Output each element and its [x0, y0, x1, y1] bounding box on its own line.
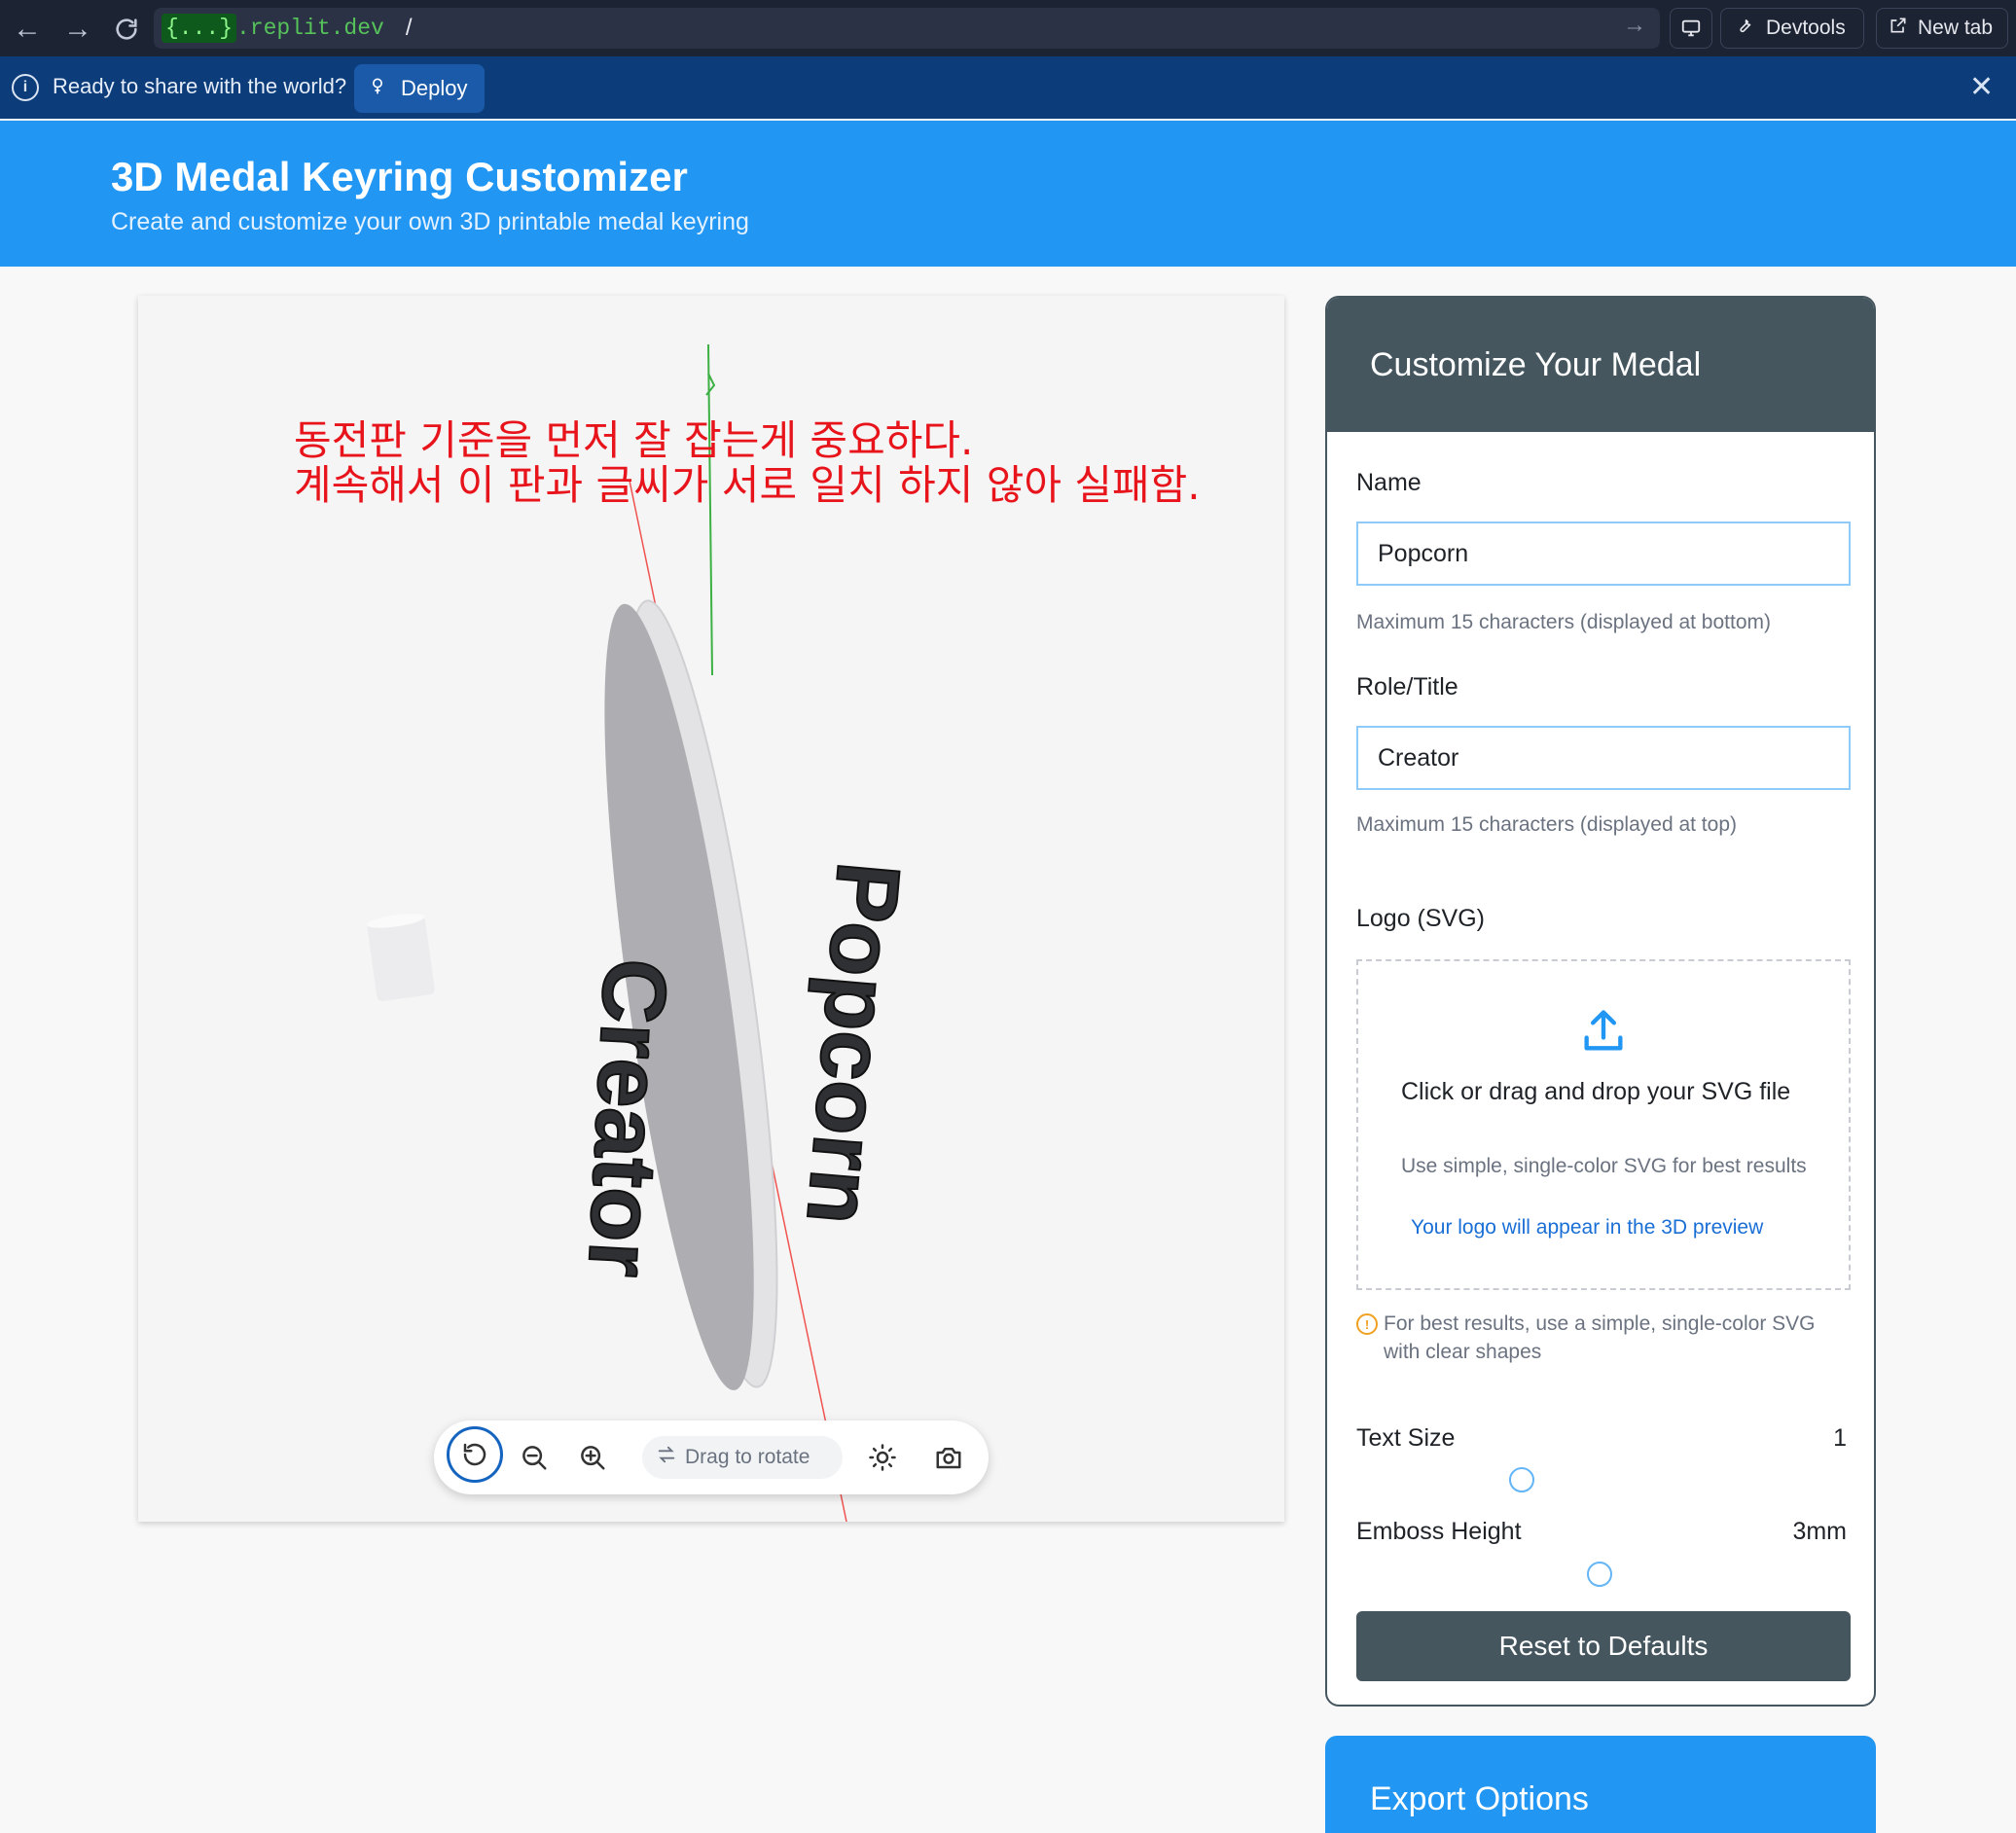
- role-label: Role/Title: [1356, 673, 1458, 701]
- embossed-name-text: Popcorn: [788, 858, 918, 1229]
- close-icon[interactable]: ✕: [1969, 70, 1994, 104]
- role-input[interactable]: [1356, 726, 1851, 790]
- zoom-out-icon: [522, 1446, 547, 1470]
- banner-message: Ready to share with the world?: [53, 74, 347, 98]
- text-size-slider[interactable]: [1509, 1467, 1534, 1492]
- annotation-line-2: 계속해서 이 판과 글씨가 서로 일치 하지 않아 실패함.: [294, 461, 1201, 509]
- forward-icon[interactable]: →: [58, 10, 97, 49]
- rotate-ccw-icon: [463, 1443, 486, 1466]
- page-subtitle: Create and customize your own 3D printab…: [111, 208, 749, 235]
- viewer-toolbar: Drag to rotate: [434, 1420, 989, 1494]
- swap-arrows-icon: [656, 1444, 677, 1471]
- external-link-icon: [1889, 16, 1908, 41]
- text-size-label: Text Size: [1356, 1424, 1456, 1452]
- new-tab-label: New tab: [1918, 17, 1994, 39]
- lighting-button[interactable]: [858, 1433, 907, 1482]
- reload-icon[interactable]: [107, 10, 146, 49]
- camera-icon: [936, 1448, 961, 1469]
- warning-icon: !: [1356, 1313, 1378, 1335]
- url-host: {...} .replit.dev: [162, 14, 384, 43]
- dropzone-preview-note: Your logo will appear in the 3D preview: [1411, 1216, 1764, 1239]
- reset-view-button[interactable]: [447, 1426, 503, 1483]
- emboss-height-value: 3mm: [1792, 1518, 1847, 1545]
- upload-icon: [1578, 1006, 1629, 1061]
- text-size-value: 1: [1833, 1424, 1847, 1452]
- export-title: Export Options: [1370, 1780, 1589, 1817]
- y-axis-line: [707, 343, 713, 676]
- y-axis-tick: [705, 373, 716, 396]
- wrench-icon: [1735, 16, 1754, 41]
- new-tab-button[interactable]: New tab: [1876, 8, 2008, 49]
- page-title: 3D Medal Keyring Customizer: [111, 154, 688, 199]
- deploy-icon: [368, 76, 387, 101]
- devtools-button[interactable]: Devtools: [1720, 8, 1864, 49]
- name-input[interactable]: [1356, 521, 1851, 586]
- role-help: Maximum 15 characters (displayed at top): [1356, 813, 1737, 836]
- name-help: Maximum 15 characters (displayed at bott…: [1356, 611, 1771, 633]
- embossed-role-text: Creator: [569, 956, 685, 1279]
- logo-label: Logo (SVG): [1356, 905, 1486, 932]
- zoom-in-button[interactable]: [568, 1433, 617, 1482]
- zoom-out-button[interactable]: [510, 1433, 558, 1482]
- dropzone-title: Click or drag and drop your SVG file: [1401, 1078, 1791, 1105]
- screenshot-button[interactable]: [924, 1433, 973, 1482]
- reset-defaults-button[interactable]: Reset to Defaults: [1356, 1611, 1851, 1681]
- device-preview-icon[interactable]: [1670, 8, 1712, 49]
- info-icon: i: [12, 74, 39, 101]
- back-icon[interactable]: ←: [8, 10, 47, 49]
- address-bar[interactable]: {...} .replit.dev / →: [154, 8, 1660, 49]
- panel-title: Customize Your Medal: [1370, 346, 1702, 383]
- dropzone-subtitle: Use simple, single-color SVG for best re…: [1401, 1155, 1807, 1177]
- deploy-button[interactable]: Deploy: [354, 64, 485, 113]
- keyring-loop: [366, 914, 435, 1001]
- annotation-line-1: 동전판 기준을 먼저 잘 잡는게 중요하다.: [294, 416, 974, 464]
- export-panel: Export Options: [1325, 1736, 1876, 1833]
- svg-dropzone[interactable]: Click or drag and drop your SVG file Use…: [1356, 959, 1851, 1290]
- logo-tip: For best results, use a simple, single-c…: [1384, 1312, 1816, 1363]
- customize-panel: Customize Your Medal Name Maximum 15 cha…: [1325, 296, 1876, 1707]
- devtools-label: Devtools: [1766, 17, 1846, 39]
- zoom-in-icon: [581, 1446, 605, 1470]
- url-path: /: [405, 15, 413, 41]
- emboss-height-slider[interactable]: [1587, 1562, 1612, 1587]
- emboss-height-label: Emboss Height: [1356, 1518, 1522, 1545]
- deploy-label: Deploy: [401, 76, 468, 100]
- drag-hint: Drag to rotate: [642, 1436, 843, 1479]
- sun-icon: [869, 1444, 896, 1471]
- name-label: Name: [1356, 469, 1422, 496]
- go-arrow-icon[interactable]: →: [1623, 12, 1646, 39]
- drag-hint-label: Drag to rotate: [685, 1446, 810, 1468]
